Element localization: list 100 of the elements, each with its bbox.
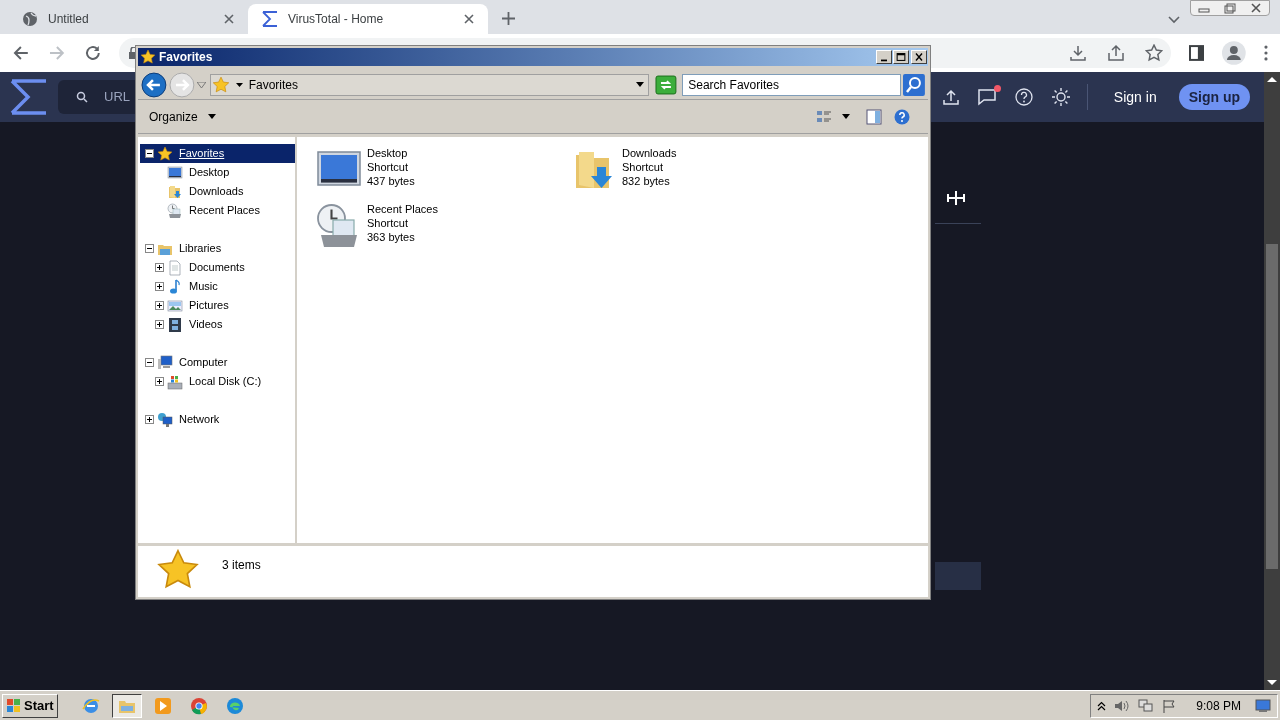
music-note-icon bbox=[167, 278, 183, 295]
search-button[interactable] bbox=[903, 73, 925, 96]
file-type: Shortcut bbox=[367, 160, 409, 174]
sign-in-link[interactable]: Sign in bbox=[1113, 86, 1157, 108]
tree-item[interactable]: Libraries bbox=[140, 239, 295, 258]
file-item[interactable]: Downloads Shortcut 832 bytes bbox=[570, 146, 770, 194]
document-icon bbox=[167, 259, 183, 276]
play-icon bbox=[153, 696, 172, 715]
sigma-logo-icon bbox=[262, 11, 278, 27]
network-icon[interactable] bbox=[1138, 698, 1155, 713]
file-size: 437 bytes bbox=[367, 174, 415, 188]
back-arrow-icon[interactable] bbox=[12, 44, 30, 62]
star-icon bbox=[157, 145, 173, 162]
side-panel-icon[interactable] bbox=[1188, 45, 1205, 61]
chat-bubble-icon[interactable] bbox=[976, 88, 997, 106]
upload-icon[interactable] bbox=[942, 89, 959, 105]
dropdown-icon[interactable] bbox=[636, 82, 645, 87]
scroll-down-icon[interactable] bbox=[1267, 680, 1277, 686]
file-size: 363 bytes bbox=[367, 230, 416, 244]
clock[interactable]: 9:08 PM bbox=[1196, 696, 1241, 715]
tab-close-icon[interactable] bbox=[224, 14, 234, 24]
tab-close-icon[interactable] bbox=[464, 14, 474, 24]
refresh-button[interactable] bbox=[655, 74, 678, 95]
clock-folder-icon bbox=[167, 202, 183, 219]
history-dropdown-icon[interactable] bbox=[196, 81, 206, 88]
split-icon[interactable] bbox=[946, 190, 966, 206]
chevron-up-icon[interactable] bbox=[1097, 700, 1107, 711]
install-icon[interactable] bbox=[1068, 44, 1087, 62]
scroll-up-icon[interactable] bbox=[1267, 76, 1277, 82]
sign-up-button[interactable]: Sign up bbox=[1178, 84, 1250, 110]
collapse-icon[interactable] bbox=[145, 244, 154, 253]
dark-panel bbox=[935, 562, 981, 590]
tree-item[interactable]: Pictures bbox=[150, 296, 295, 315]
tree-item[interactable]: Videos bbox=[150, 315, 295, 334]
tree-item[interactable]: Recent Places bbox=[150, 201, 295, 220]
help-icon[interactable] bbox=[1014, 88, 1033, 106]
bookmark-star-icon[interactable] bbox=[1144, 44, 1163, 62]
tree-item[interactable]: Favorites bbox=[140, 144, 295, 163]
tree-item[interactable]: Network bbox=[140, 410, 295, 429]
back-button[interactable] bbox=[141, 71, 167, 98]
share-icon[interactable] bbox=[1106, 44, 1125, 62]
file-name: Recent Places bbox=[367, 202, 438, 216]
expand-icon[interactable] bbox=[155, 301, 164, 310]
help-icon[interactable] bbox=[894, 108, 910, 125]
menu-icon[interactable] bbox=[1264, 45, 1268, 61]
expand-icon[interactable] bbox=[155, 282, 164, 291]
tree-item[interactable]: Computer bbox=[140, 353, 295, 372]
scrollbar[interactable] bbox=[1264, 72, 1280, 690]
sigma-logo-icon[interactable] bbox=[10, 79, 48, 115]
monitor-icon bbox=[167, 164, 183, 181]
tree-item[interactable]: Music bbox=[150, 277, 295, 296]
browser-tab[interactable]: Untitled bbox=[8, 4, 248, 34]
file-item[interactable]: Desktop Shortcut 437 bytes bbox=[315, 146, 570, 194]
picture-icon bbox=[167, 297, 183, 314]
file-name: Desktop bbox=[367, 146, 409, 160]
tree-item[interactable]: Downloads bbox=[150, 182, 295, 201]
sun-icon[interactable] bbox=[1050, 87, 1071, 107]
search-field[interactable]: Search Favorites bbox=[682, 73, 902, 96]
expand-icon[interactable] bbox=[155, 320, 164, 329]
tree-item[interactable]: Local Disk (C:) bbox=[150, 372, 295, 391]
reload-icon[interactable] bbox=[83, 44, 102, 62]
collapse-icon[interactable] bbox=[145, 358, 154, 367]
browser-tab[interactable]: VirusTotal - Home bbox=[248, 4, 488, 34]
expand-icon[interactable] bbox=[155, 263, 164, 272]
expand-icon[interactable] bbox=[145, 415, 154, 424]
minimize-button[interactable] bbox=[876, 50, 892, 64]
file-item[interactable]: Recent Places Shortcut 363 bytes bbox=[315, 202, 570, 250]
caret-icon[interactable] bbox=[235, 82, 243, 87]
address-bar[interactable]: Favorites bbox=[209, 73, 650, 96]
preview-pane-icon[interactable] bbox=[866, 108, 882, 125]
expand-icon[interactable] bbox=[155, 377, 164, 386]
star-icon bbox=[140, 49, 156, 65]
edge-icon bbox=[225, 696, 244, 715]
flag-icon[interactable] bbox=[1162, 698, 1177, 713]
tree-item[interactable]: Documents bbox=[150, 258, 295, 277]
taskbar-app[interactable] bbox=[111, 693, 142, 718]
star-icon bbox=[211, 75, 230, 94]
chrome-icon bbox=[189, 696, 208, 715]
film-icon bbox=[167, 316, 183, 333]
globe-icon bbox=[22, 11, 38, 27]
collapse-icon[interactable] bbox=[145, 149, 154, 158]
show-desktop-icon[interactable] bbox=[1255, 698, 1271, 713]
organize-button[interactable]: Organize bbox=[142, 104, 223, 129]
item-count: 3 items bbox=[222, 557, 261, 574]
new-tab-icon[interactable] bbox=[502, 12, 515, 25]
close-button[interactable] bbox=[911, 50, 927, 64]
file-size: 832 bytes bbox=[622, 174, 671, 188]
chevron-down-icon[interactable] bbox=[1168, 16, 1180, 24]
profile-avatar-icon[interactable] bbox=[1222, 41, 1247, 65]
browser-e-icon bbox=[81, 696, 100, 715]
maximize-button[interactable] bbox=[893, 50, 909, 64]
tree-item[interactable]: Desktop bbox=[150, 163, 295, 182]
speaker-icon[interactable] bbox=[1114, 698, 1131, 713]
caret-icon[interactable] bbox=[842, 114, 850, 119]
file-name: Downloads bbox=[622, 146, 677, 160]
folder-arrow-icon bbox=[167, 183, 183, 200]
network-globe-icon bbox=[157, 411, 173, 428]
start-button[interactable]: Start bbox=[2, 693, 58, 718]
disk-drive-icon bbox=[167, 373, 183, 390]
window-title: Favorites bbox=[159, 49, 213, 66]
